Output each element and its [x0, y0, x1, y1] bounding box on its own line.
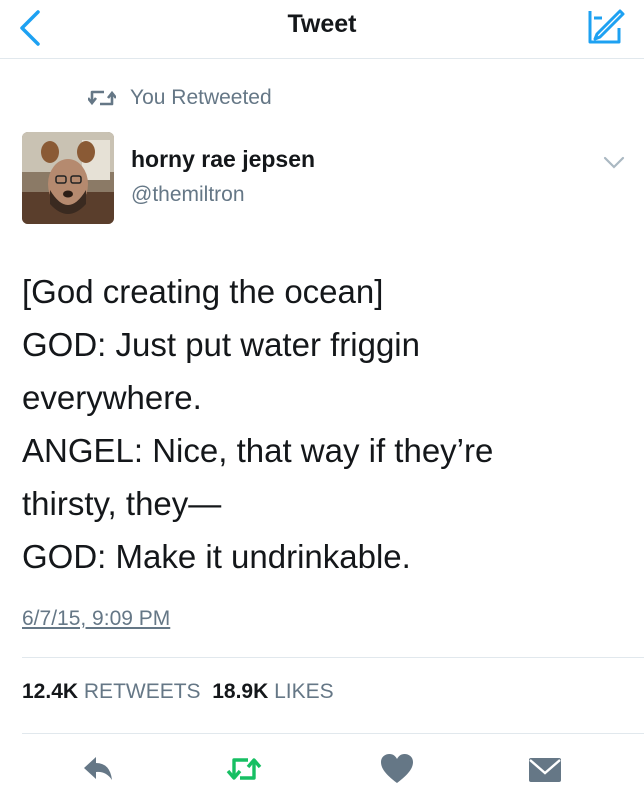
tweet-line: ANGEL: Nice, that way if they’re	[22, 432, 494, 469]
tweet-text: [God creating the ocean] GOD: Just put w…	[22, 265, 622, 583]
tweet-line: thirsty, they—	[22, 485, 222, 522]
tweet-line: [God creating the ocean]	[22, 273, 384, 310]
tweet-line: everywhere.	[22, 379, 202, 416]
retweet-icon[interactable]	[226, 752, 262, 786]
engagement-stats: 12.4K RETWEETS 18.9K LIKES	[22, 680, 334, 704]
retweets-stat[interactable]: 12.4K RETWEETS	[22, 680, 201, 703]
tweet-line: GOD: Make it undrinkable.	[22, 538, 411, 575]
divider	[22, 657, 644, 658]
avatar[interactable]	[22, 132, 114, 224]
likes-label: LIKES	[274, 680, 334, 703]
divider	[22, 733, 644, 734]
retweet-context-label: You Retweeted	[130, 86, 272, 109]
top-nav-bar: Tweet	[0, 0, 644, 59]
author-handle[interactable]: @themiltron	[131, 183, 245, 207]
retweet-icon	[88, 90, 116, 106]
reply-icon[interactable]	[80, 752, 116, 786]
tweet-timestamp[interactable]: 6/7/15, 9:09 PM	[22, 607, 170, 631]
tweet-line: GOD: Just put water friggin	[22, 326, 420, 363]
caret-down-icon[interactable]	[603, 156, 625, 170]
likes-stat[interactable]: 18.9K LIKES	[212, 680, 333, 703]
compose-icon[interactable]	[584, 6, 626, 48]
retweet-context: You Retweeted	[88, 84, 272, 112]
author-name[interactable]: horny rae jepsen	[131, 146, 315, 173]
retweets-label: RETWEETS	[83, 680, 201, 703]
heart-icon[interactable]	[379, 752, 415, 786]
page-title: Tweet	[287, 10, 357, 38]
retweets-count: 12.4K	[22, 680, 79, 703]
likes-count: 18.9K	[212, 680, 269, 703]
direct-message-icon[interactable]	[527, 752, 563, 786]
